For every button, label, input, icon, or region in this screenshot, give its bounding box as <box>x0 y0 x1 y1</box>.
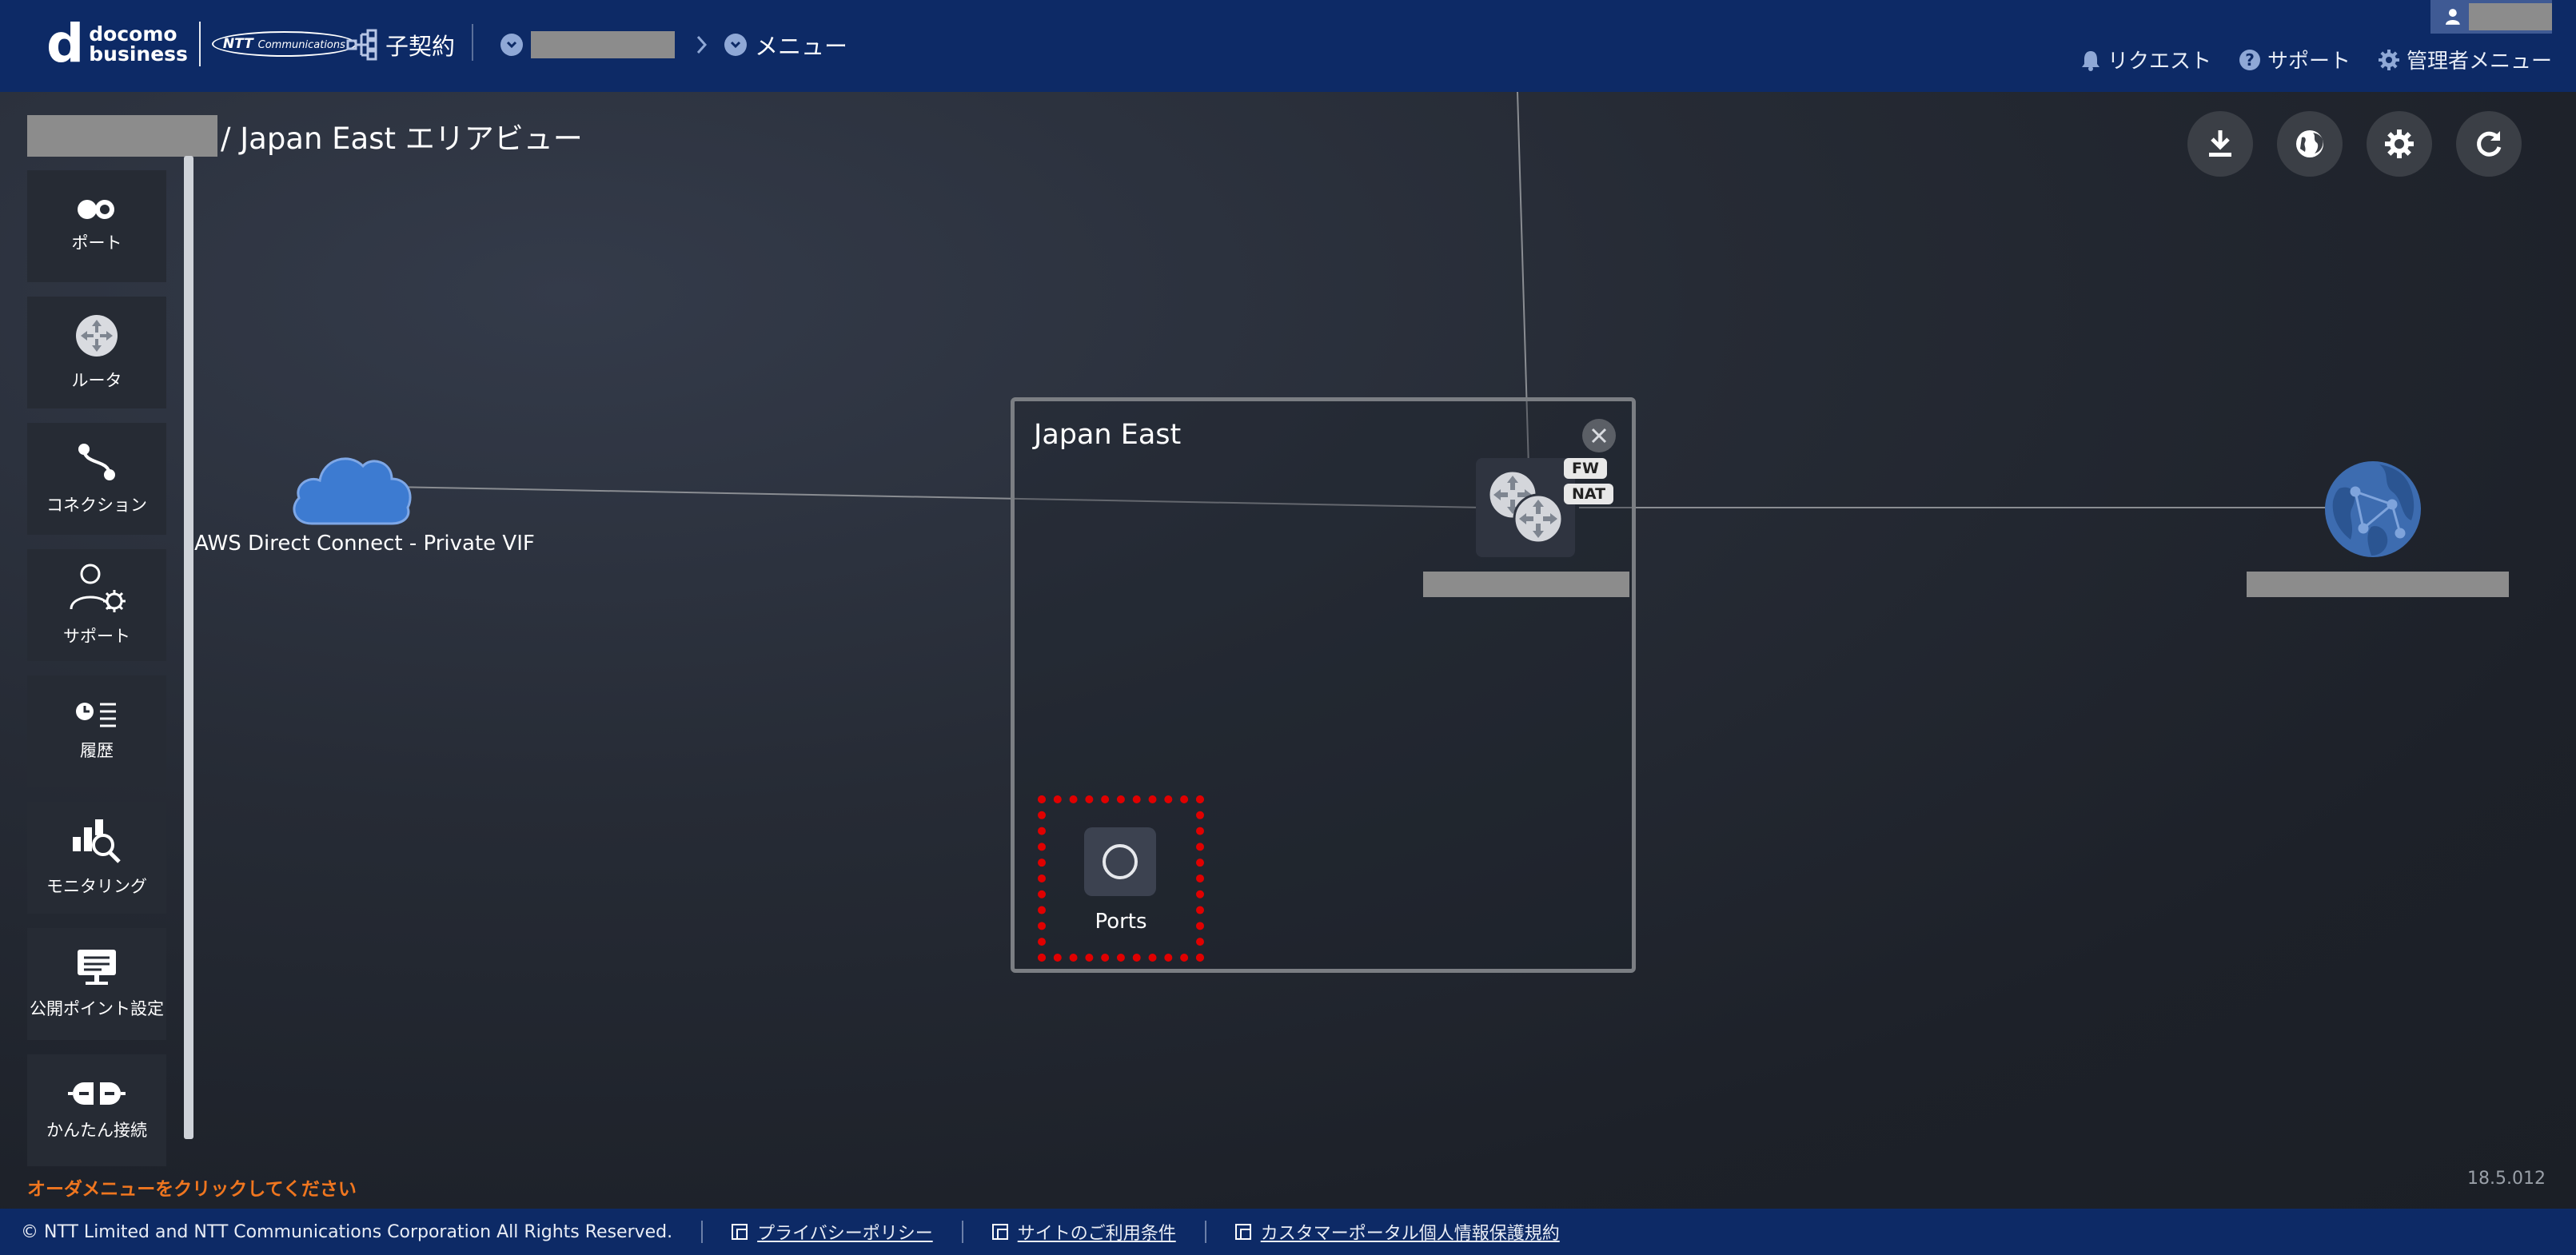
chevron-down-icon <box>500 34 523 56</box>
sidebar-item-easy-connect[interactable]: かんたん接続 <box>27 1054 166 1166</box>
document-icon <box>991 1224 1008 1240</box>
easy-connect-icon <box>68 1082 126 1105</box>
customer-portal-privacy-link[interactable]: カスタマーポータル個人情報保護規約 <box>1234 1219 1560 1245</box>
view-toolbar <box>2187 111 2522 177</box>
sidebar-item-public-point[interactable]: 公開ポイント設定 <box>27 928 166 1040</box>
sidebar-item-router[interactable]: ルータ <box>27 297 166 408</box>
masked-internet-name <box>2247 572 2509 597</box>
nat-tag: NAT <box>1564 484 1614 504</box>
admin-menu-link[interactable]: 管理者メニュー <box>2378 45 2552 74</box>
download-icon <box>2209 130 2231 157</box>
menu-label: メニュー <box>755 33 848 60</box>
nav-menu[interactable]: メニュー <box>724 24 847 66</box>
user-account-button[interactable] <box>2430 0 2552 34</box>
support-link[interactable]: ? サポート <box>2239 45 2351 74</box>
child-contract-label: 子契約 <box>385 33 456 60</box>
sidebar-item-support[interactable]: サポート <box>27 549 166 661</box>
logo-d-mark: d <box>46 13 84 74</box>
connection-icon <box>78 444 115 480</box>
fw-tag: FW <box>1564 458 1607 479</box>
top-header: d docomo business NTT Communications 子契約 <box>0 0 2576 92</box>
download-button[interactable] <box>2187 111 2253 177</box>
hierarchy-icon <box>346 29 377 61</box>
monitoring-icon <box>73 819 121 863</box>
logo-separator <box>198 22 201 66</box>
globe-network-icon <box>2325 461 2421 557</box>
router-node[interactable] <box>1476 458 1575 557</box>
masked-contract-name <box>531 31 675 58</box>
request-link[interactable]: リクエスト <box>2080 45 2211 74</box>
svg-text:?: ? <box>2245 50 2255 70</box>
area-view-canvas[interactable]: / Japan East エリアビュー ポート ルータ コネクション サポート … <box>0 92 2576 1209</box>
footer-separator <box>1204 1221 1206 1243</box>
sidebar-item-label: 履歴 <box>80 741 114 760</box>
copyright-text: © NTT Limited and NTT Communications Cor… <box>21 1221 673 1242</box>
public-point-icon <box>78 950 116 985</box>
router-icon <box>1487 469 1564 544</box>
sidebar-item-history[interactable]: 履歴 <box>27 675 166 787</box>
document-icon <box>732 1224 748 1240</box>
ports-label: Ports <box>1095 910 1147 934</box>
logo-brand-line2: business <box>89 42 188 66</box>
masked-user-name <box>2468 3 2552 30</box>
document-icon <box>1234 1224 1251 1240</box>
help-icon: ? <box>2239 49 2260 70</box>
gear-icon <box>2378 49 2399 70</box>
user-icon <box>2445 9 2460 25</box>
sidebar-item-label: かんたん接続 <box>46 1121 147 1140</box>
internet-node[interactable] <box>2323 460 2422 559</box>
cloud-icon <box>293 457 412 525</box>
ntt-communications-logo: NTT Communications <box>211 31 357 57</box>
nav-contract-selector[interactable] <box>500 24 710 66</box>
nav-child-contract[interactable]: 子契約 <box>345 24 455 66</box>
refresh-icon <box>2477 131 2502 157</box>
support-icon <box>70 564 126 612</box>
order-menu-hint: オーダメニューをクリックしてください <box>27 1179 357 1200</box>
area-close-button[interactable] <box>1582 419 1616 452</box>
gear-icon <box>2385 129 2414 158</box>
close-icon <box>1591 428 1607 444</box>
sidebar-item-label: 公開ポイント設定 <box>30 999 164 1018</box>
privacy-policy-link[interactable]: プライバシーポリシー <box>732 1219 933 1245</box>
masked-contract-title <box>27 115 217 157</box>
router-icon <box>76 315 118 357</box>
sidebar-item-label: ルータ <box>71 371 122 390</box>
logo-brand-line1: docomo <box>89 22 177 46</box>
page-title: / Japan East エリアビュー <box>27 114 583 157</box>
sidebar-item-label: サポート <box>63 627 130 646</box>
port-circle-icon <box>1103 844 1138 879</box>
terms-of-use-link[interactable]: サイトのご利用条件 <box>991 1219 1176 1245</box>
footer-separator <box>701 1221 704 1243</box>
sidebar-item-label: ポート <box>71 233 122 253</box>
port-icon <box>78 200 114 219</box>
sidebar-item-port[interactable]: ポート <box>27 170 166 282</box>
header-links: リクエスト ? サポート 管理者メニュー <box>2080 45 2552 74</box>
sidebar-item-label: コネクション <box>46 496 147 515</box>
version-label: 18.5.012 <box>2467 1169 2546 1189</box>
chevron-right-icon <box>696 35 708 54</box>
refresh-button[interactable] <box>2456 111 2522 177</box>
sidebar-item-connection[interactable]: コネクション <box>27 423 166 535</box>
history-icon <box>76 703 116 727</box>
nav-separator <box>472 24 473 61</box>
masked-router-name <box>1423 572 1629 597</box>
ports-button[interactable] <box>1084 827 1156 896</box>
area-title: Japan East <box>1034 419 1182 451</box>
settings-button[interactable] <box>2367 111 2432 177</box>
footer-separator <box>961 1221 963 1243</box>
globe-icon <box>2296 130 2323 157</box>
sidebar-scrollbar[interactable] <box>184 156 193 1139</box>
aws-node-label: AWS Direct Connect - Private VIF <box>194 532 535 556</box>
globe-button[interactable] <box>2277 111 2343 177</box>
bell-icon <box>2081 50 2099 71</box>
sidebar-item-label: モニタリング <box>46 877 147 896</box>
footer: © NTT Limited and NTT Communications Cor… <box>0 1209 2576 1255</box>
sidebar-item-monitoring[interactable]: モニタリング <box>27 802 166 914</box>
order-menu-sidebar: ポート ルータ コネクション サポート 履歴 モニタリング 公開ポイント設定 か… <box>27 170 166 1181</box>
docomo-business-logo[interactable]: d docomo business NTT Communications <box>46 18 357 70</box>
chevron-down-icon <box>724 34 747 56</box>
